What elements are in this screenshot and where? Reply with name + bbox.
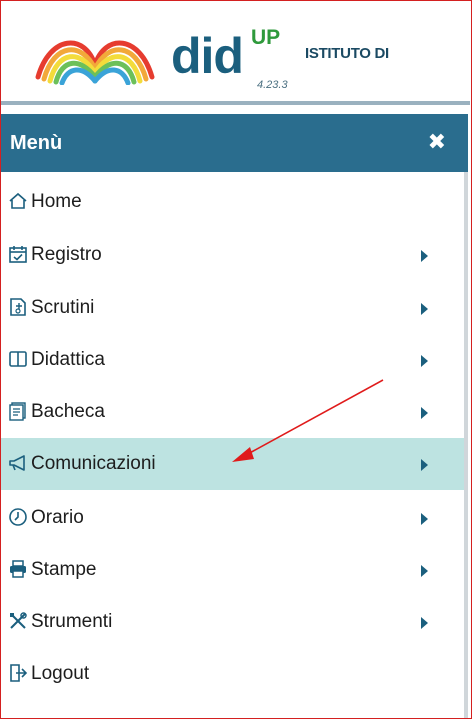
- didup-rainbow-logo[interactable]: [30, 25, 160, 85]
- book-icon: [7, 348, 29, 370]
- sidebar-item-label: Bacheca: [31, 401, 105, 422]
- calendar-check-icon: [7, 243, 29, 265]
- sidebar-item-label: Comunicazioni: [31, 453, 156, 474]
- app-header: did UP 4.23.3 ISTITUTO DI: [1, 1, 470, 103]
- logout-icon: [7, 662, 29, 684]
- sidebar-item-logout[interactable]: Logout: [1, 648, 464, 700]
- sidebar-item-label: Orario: [31, 507, 84, 528]
- caret-right-icon: [421, 617, 428, 629]
- sidebar-item-stampe[interactable]: Stampe: [1, 544, 464, 596]
- tools-icon: [7, 610, 29, 632]
- close-icon[interactable]: ✖: [428, 129, 446, 155]
- menu-header: Menù ✖: [1, 114, 468, 172]
- board-icon: [7, 400, 29, 422]
- caret-right-icon: [421, 565, 428, 577]
- sidebar-item-label: Stampe: [31, 559, 97, 580]
- caret-right-icon: [421, 407, 428, 419]
- sidebar-item-label: Scrutini: [31, 297, 95, 318]
- sidebar-item-orario[interactable]: Orario: [1, 492, 464, 544]
- sidebar-item-label: Home: [31, 191, 82, 212]
- clock-icon: [7, 506, 29, 528]
- caret-right-icon: [421, 303, 428, 315]
- sidebar-item-strumenti[interactable]: Strumenti: [1, 596, 464, 648]
- brand-name: did: [171, 28, 244, 84]
- caret-right-icon: [421, 355, 428, 367]
- home-icon: [7, 190, 29, 212]
- caret-right-icon: [421, 459, 428, 471]
- header-divider: [1, 101, 470, 105]
- app-version: 4.23.3: [257, 79, 288, 91]
- report-icon: [7, 296, 29, 318]
- caret-right-icon: [421, 513, 428, 525]
- sidebar-item-didattica[interactable]: Didattica: [1, 334, 464, 386]
- caret-right-icon: [421, 250, 428, 262]
- sidebar-item-home[interactable]: Home: [1, 176, 464, 228]
- sidebar-item-label: Registro: [31, 244, 102, 265]
- sidebar-item-label: Strumenti: [31, 611, 113, 632]
- menu-title: Menù: [10, 132, 63, 154]
- sidebar-item-scrutini[interactable]: Scrutini: [1, 282, 464, 334]
- brand-superscript: UP: [251, 26, 281, 49]
- sidebar-item-comunicazioni[interactable]: Comunicazioni: [1, 438, 464, 490]
- school-name: ISTITUTO DI: [305, 45, 389, 62]
- sidebar-item-label: Didattica: [31, 349, 105, 370]
- sidebar-item-bacheca[interactable]: Bacheca: [1, 386, 464, 438]
- sidebar-menu: Home Registro Scrutini Didattica Bacheca: [1, 172, 468, 718]
- sidebar-item-registro[interactable]: Registro: [1, 229, 464, 281]
- megaphone-icon: [7, 452, 29, 474]
- sidebar-item-label: Logout: [31, 663, 90, 684]
- printer-icon: [7, 558, 29, 580]
